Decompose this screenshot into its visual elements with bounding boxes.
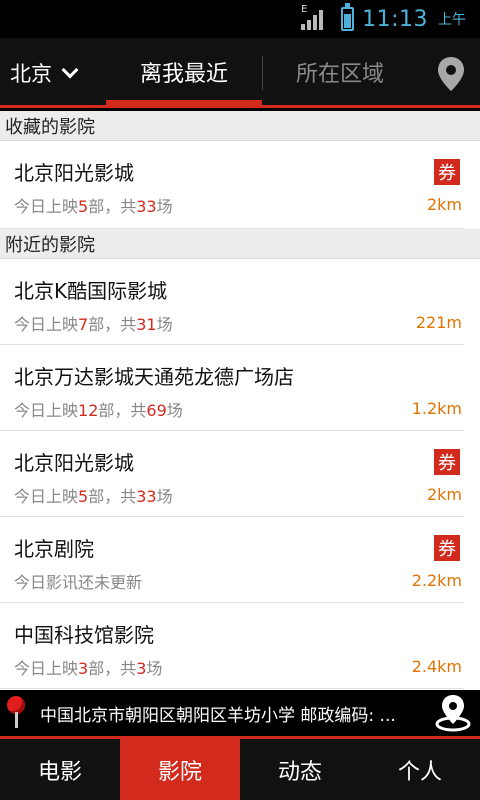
cinema-distance: 2km <box>426 485 462 504</box>
city-selector[interactable]: 北京 <box>10 58 79 88</box>
chevron-down-icon <box>61 61 79 79</box>
tab-profile[interactable]: 个人 <box>360 739 480 800</box>
cinema-distance: 2.2km <box>411 571 462 590</box>
top-nav: 北京 离我最近 所在区域 <box>0 38 480 108</box>
map-pin-icon <box>0 690 40 736</box>
status-bar: E 11:13 上午 <box>0 0 480 38</box>
coupon-badge: 券 <box>434 449 460 475</box>
cinema-showings: 今日上映12部，共69场 <box>14 401 183 420</box>
section-favorites-header: 收藏的影院 <box>0 111 480 141</box>
location-pin-icon[interactable] <box>436 56 466 92</box>
cinema-item[interactable]: 北京万达影城天通苑龙德广场店 今日上映12部，共69场 1.2km <box>0 345 464 431</box>
cinema-showings: 今日上映7部，共31场 <box>14 315 173 334</box>
cinema-distance: 221m <box>415 313 462 332</box>
tab-divider <box>262 56 263 90</box>
cinema-name: 北京K酷国际影城 <box>14 279 168 303</box>
current-location-bar[interactable]: 中国北京市朝阳区朝阳区羊坊小学 邮政编码: ... <box>0 690 480 736</box>
cinema-item[interactable]: 北京阳光影城 今日上映5部，共33场 券 2km <box>0 431 464 517</box>
coupon-badge: 券 <box>434 159 460 185</box>
battery-icon <box>341 3 355 31</box>
bottom-tab-bar: 电影 影院 动态 个人 <box>0 736 480 800</box>
cinema-showings: 今日上映3部，共3场 <box>14 659 163 678</box>
gps-locate-icon[interactable] <box>434 693 472 733</box>
cinema-name: 北京阳光影城 <box>14 451 134 475</box>
tab-nearest[interactable]: 离我最近 <box>106 38 262 105</box>
tab-feed[interactable]: 动态 <box>240 739 360 800</box>
cinema-distance: 1.2km <box>411 399 462 418</box>
cinema-item[interactable]: 中国科技馆影院 今日上映3部，共3场 2.4km <box>0 603 464 689</box>
tab-movies[interactable]: 电影 <box>0 739 120 800</box>
cinema-name: 北京剧院 <box>14 537 94 561</box>
current-address: 中国北京市朝阳区朝阳区羊坊小学 邮政编码: ... <box>40 705 396 726</box>
network-type-label: E <box>301 4 308 15</box>
tab-area[interactable]: 所在区域 <box>270 38 410 105</box>
cinema-showings: 今日上映5部，共33场 <box>14 197 173 216</box>
section-nearby-header: 附近的影院 <box>0 229 480 259</box>
cinema-item[interactable]: 北京剧院 今日影讯还未更新 券 2.2km <box>0 517 464 603</box>
cinema-distance: 2.4km <box>411 657 462 676</box>
cinema-name: 北京阳光影城 <box>14 161 134 185</box>
coupon-badge: 券 <box>434 535 460 561</box>
cinema-name: 中国科技馆影院 <box>14 623 154 647</box>
clock-ampm: 上午 <box>438 12 466 28</box>
clock: 11:13 <box>362 6 428 32</box>
cinema-showings: 今日上映5部，共33场 <box>14 487 173 506</box>
cinema-item[interactable]: 北京K酷国际影城 今日上映7部，共31场 221m <box>0 259 464 345</box>
tab-cinemas[interactable]: 影院 <box>120 739 240 800</box>
cinema-name: 北京万达影城天通苑龙德广场店 <box>14 365 294 389</box>
cinema-item[interactable]: 北京阳光影城 今日上映5部，共33场 券 2km <box>0 141 464 229</box>
cinema-list[interactable]: 收藏的影院 北京阳光影城 今日上映5部，共33场 券 2km 附近的影院 北京K… <box>0 111 480 690</box>
signal-icon: E <box>301 4 327 30</box>
cinema-distance: 2km <box>426 195 462 214</box>
cinema-showings: 今日影讯还未更新 <box>14 573 143 592</box>
city-label: 北京 <box>10 62 52 86</box>
